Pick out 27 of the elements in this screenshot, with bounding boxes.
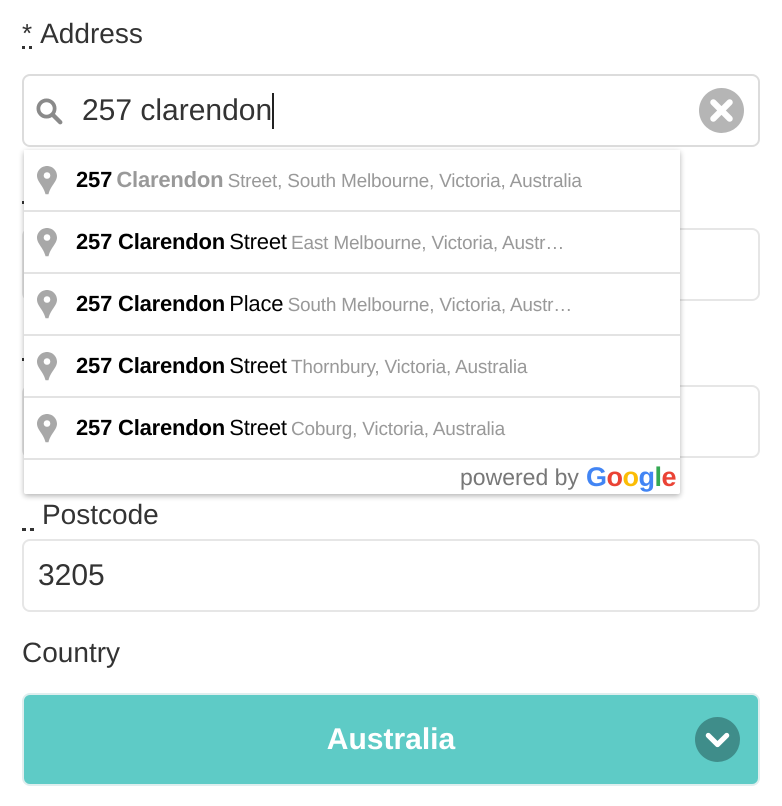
clear-icon[interactable] — [699, 88, 744, 133]
suggestion-item[interactable]: 257 Clarendon Place South Melbourne, Victoria, Austr… — [24, 274, 680, 336]
suggestion-item[interactable]: 257 Clarendon Street, South Melbourne, Victoria, Australia — [24, 150, 680, 212]
suggestion-text: 257 Clarendon Street, South Melbourne, Victoria, Australia — [76, 166, 582, 194]
suggestion-item[interactable]: 257 Clarendon Street East Melbourne, Victoria, Austr… — [24, 212, 680, 274]
field-label: Postcode — [42, 498, 159, 532]
search-icon — [34, 96, 64, 126]
field-label: Country — [22, 636, 120, 670]
field-value: 257 clarendon — [82, 93, 272, 129]
suggestion-text: 257 Clarendon Place South Melbourne, Victoria, Austr… — [76, 290, 572, 318]
map-pin-icon — [36, 413, 58, 443]
required-mark: * — [22, 20, 32, 48]
suggestion-text: 257 Clarendon Street Thornbury, Victoria, Australia — [76, 352, 528, 380]
map-pin-icon — [36, 351, 58, 381]
field-label: Address — [40, 17, 143, 51]
suggestion-text: 257 Clarendon Street East Melbourne, Victoria, Austr… — [76, 228, 564, 256]
suggestion-text: 257 Clarendon Street Coburg, Victoria, Australia — [76, 414, 505, 442]
map-pin-icon — [36, 289, 58, 319]
map-pin-icon — [36, 227, 58, 257]
suggestion-item[interactable]: 257 Clarendon Street Thornbury, Victoria, Australia — [24, 336, 680, 398]
google-logo: Google — [586, 460, 676, 494]
postcode-field[interactable]: 3205 — [22, 539, 760, 612]
map-pin-icon — [36, 165, 58, 195]
chevron-down-icon — [695, 717, 740, 762]
suggestion-item[interactable]: 257 Clarendon Street Coburg, Victoria, Australia — [24, 398, 680, 460]
search-field[interactable]: 257 clarendon — [22, 74, 760, 147]
attribution-text: powered by — [460, 462, 579, 492]
